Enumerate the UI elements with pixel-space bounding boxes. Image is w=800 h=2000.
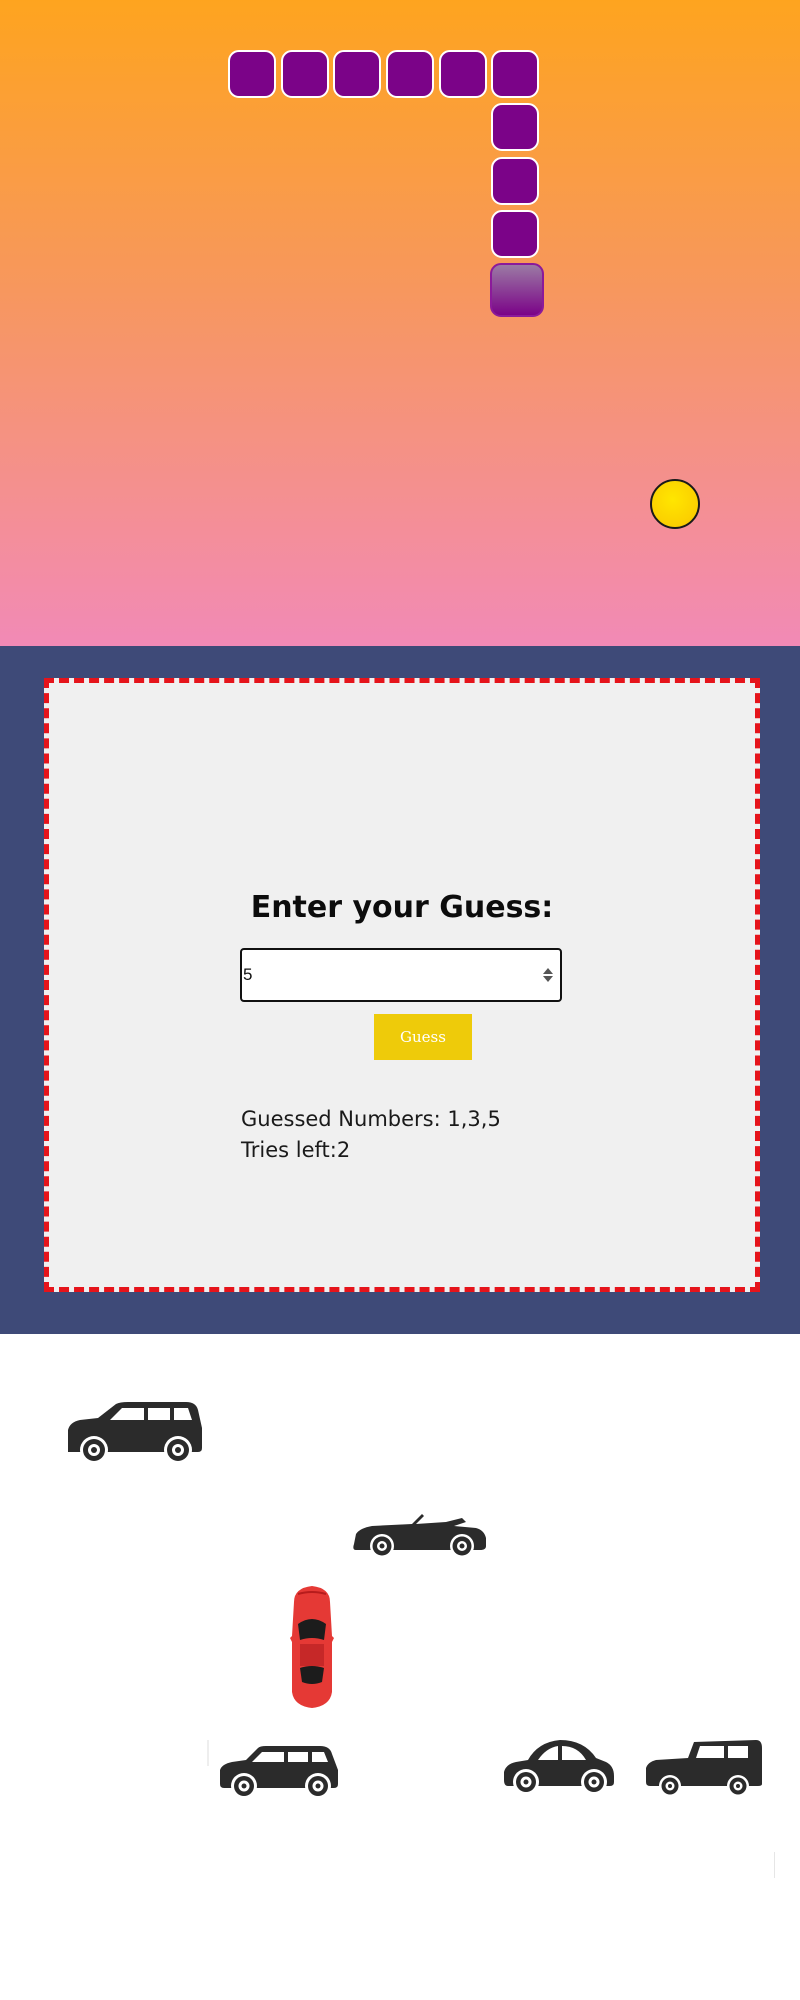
guessed-numbers-label: Guessed Numbers: xyxy=(241,1107,448,1131)
snake-segment xyxy=(491,103,539,151)
snake-head xyxy=(490,263,544,317)
guessed-numbers-value: 1,3,5 xyxy=(447,1107,501,1131)
guess-input-wrapper xyxy=(240,948,562,1002)
jeep-icon[interactable] xyxy=(644,1738,764,1800)
guess-panel: Enter your Guess: Guess Guessed Numbers:… xyxy=(44,678,760,1292)
snake-segment xyxy=(491,210,539,258)
food-pellet xyxy=(650,479,700,529)
guess-input[interactable] xyxy=(242,950,523,1000)
snake-segment xyxy=(386,50,434,98)
mini-hatchback-icon[interactable] xyxy=(206,1740,342,1800)
tries-left-line: Tries left:2 xyxy=(241,1138,350,1162)
scroll-marker xyxy=(774,1852,775,1878)
snake-segment xyxy=(491,50,539,98)
guess-title: Enter your Guess: xyxy=(250,890,554,925)
suv-icon[interactable] xyxy=(64,1400,204,1466)
guess-button[interactable]: Guess xyxy=(374,1014,472,1060)
snake-segment xyxy=(333,50,381,98)
sports-car-topview-icon[interactable] xyxy=(280,1584,344,1710)
number-spinner-icon[interactable] xyxy=(542,967,554,983)
snake-segment xyxy=(281,50,329,98)
tries-left-label: Tries left: xyxy=(241,1138,337,1162)
snake-segment xyxy=(228,50,276,98)
guess-section: Enter your Guess: Guess Guessed Numbers:… xyxy=(0,646,800,1334)
tries-left-value: 2 xyxy=(336,1138,351,1162)
snake-segment xyxy=(491,157,539,205)
guessed-numbers-line: Guessed Numbers: 1,3,5 xyxy=(241,1107,501,1131)
beetle-icon[interactable] xyxy=(502,1736,616,1798)
snake-game-board[interactable] xyxy=(0,0,800,646)
convertible-icon[interactable] xyxy=(350,1508,488,1560)
snake-segment xyxy=(439,50,487,98)
